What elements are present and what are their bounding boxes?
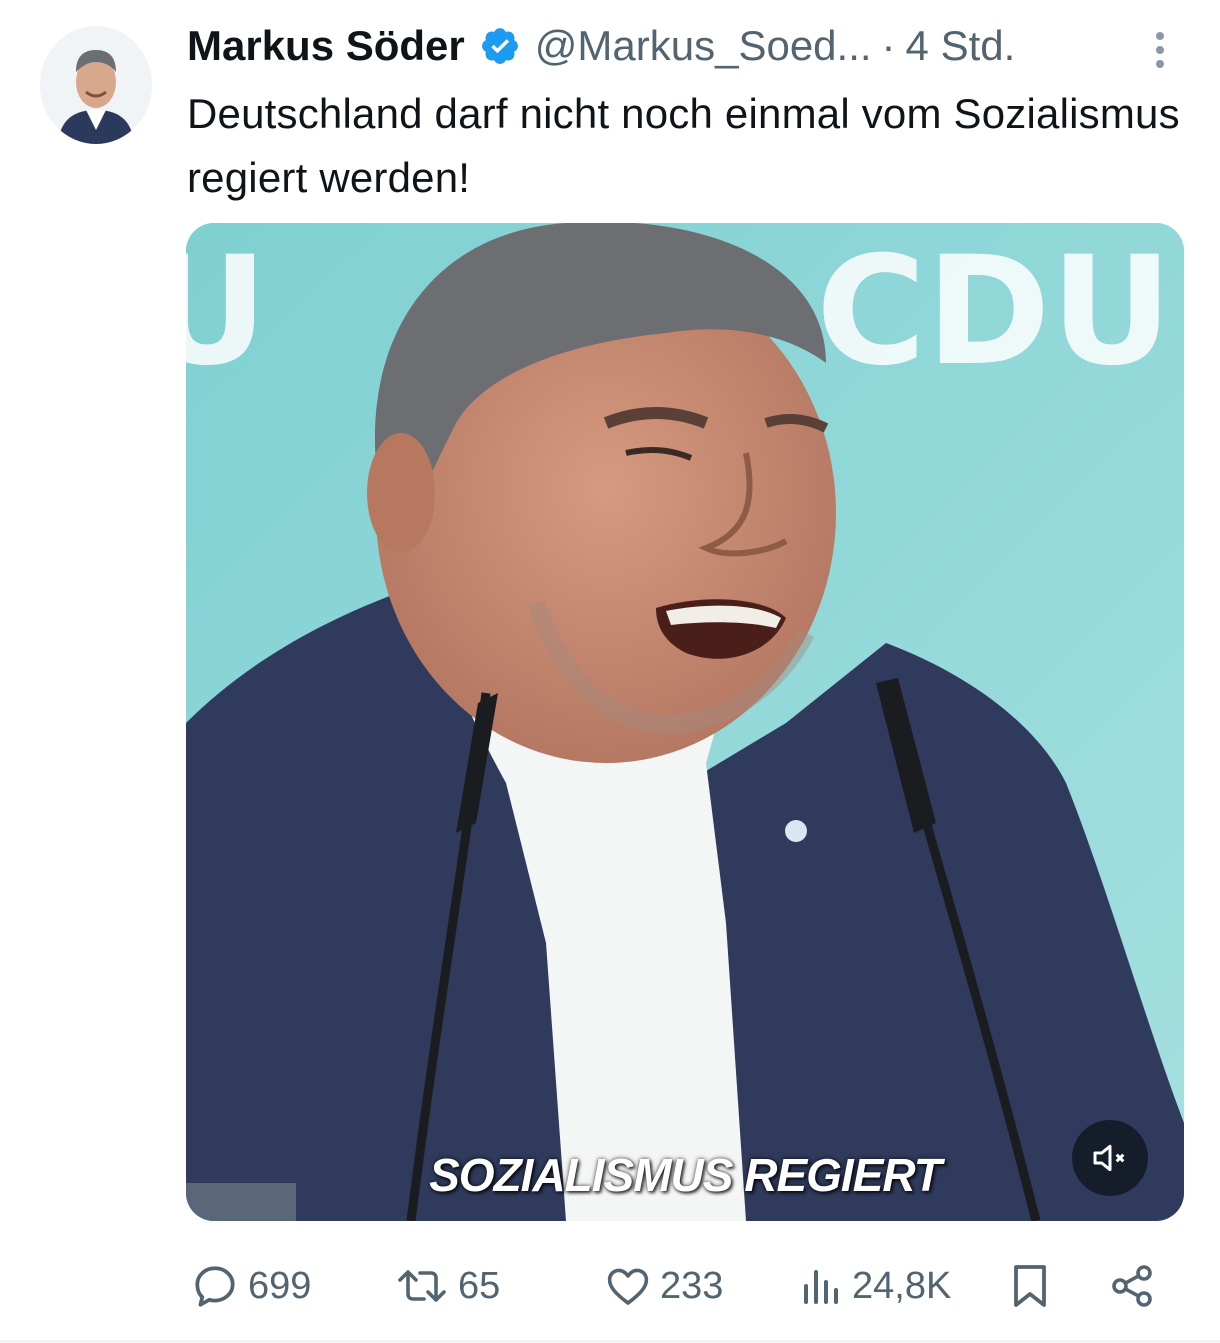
author-avatar[interactable]: [40, 26, 152, 144]
tweet-text: Deutschland darf nicht noch einmal vom S…: [187, 90, 1180, 201]
verified-badge-icon: [481, 28, 518, 64]
author-display-name[interactable]: Markus Söder: [187, 22, 465, 70]
background-letter-u: U: [186, 225, 268, 399]
repost-button[interactable]: 65: [394, 1258, 500, 1314]
author-handle[interactable]: @Markus_Soed...: [535, 22, 872, 70]
reply-count: 699: [248, 1264, 312, 1307]
repost-icon: [398, 1270, 446, 1302]
video-frame: U CDU: [186, 223, 1184, 1221]
reply-button[interactable]: 699: [190, 1258, 311, 1314]
repost-count: 65: [458, 1264, 501, 1307]
avatar-photo: [40, 26, 152, 144]
tweet-action-bar: 699 65 233 24,8K: [186, 1250, 1176, 1320]
volume-muted-icon: [1093, 1144, 1125, 1172]
views-count: 24,8K: [852, 1264, 952, 1307]
bookmark-button[interactable]: [1008, 1258, 1052, 1314]
reply-icon: [195, 1266, 235, 1307]
video-player[interactable]: U CDU SOZIALISMUS REGIERT: [186, 223, 1184, 1221]
share-icon: [1112, 1265, 1152, 1307]
like-button[interactable]: 233: [604, 1258, 723, 1314]
header-separator: ·: [881, 22, 896, 69]
tweet-timestamp[interactable]: 4 Std.: [906, 22, 1016, 70]
like-count: 233: [660, 1264, 724, 1307]
heart-icon: [607, 1268, 649, 1305]
bookmark-icon: [1014, 1265, 1046, 1307]
background-letters-cdu: CDU: [816, 225, 1172, 399]
tweet-header: Markus Söder @Markus_Soed... · 4 Std.: [187, 18, 1015, 74]
more-options-icon[interactable]: [1148, 28, 1172, 72]
views-icon: [804, 1270, 838, 1304]
video-caption: SOZIALISMUS REGIERT: [429, 1149, 942, 1201]
share-button[interactable]: [1108, 1258, 1156, 1314]
views-button[interactable]: 24,8K: [800, 1258, 951, 1314]
mute-button[interactable]: [1072, 1120, 1148, 1196]
